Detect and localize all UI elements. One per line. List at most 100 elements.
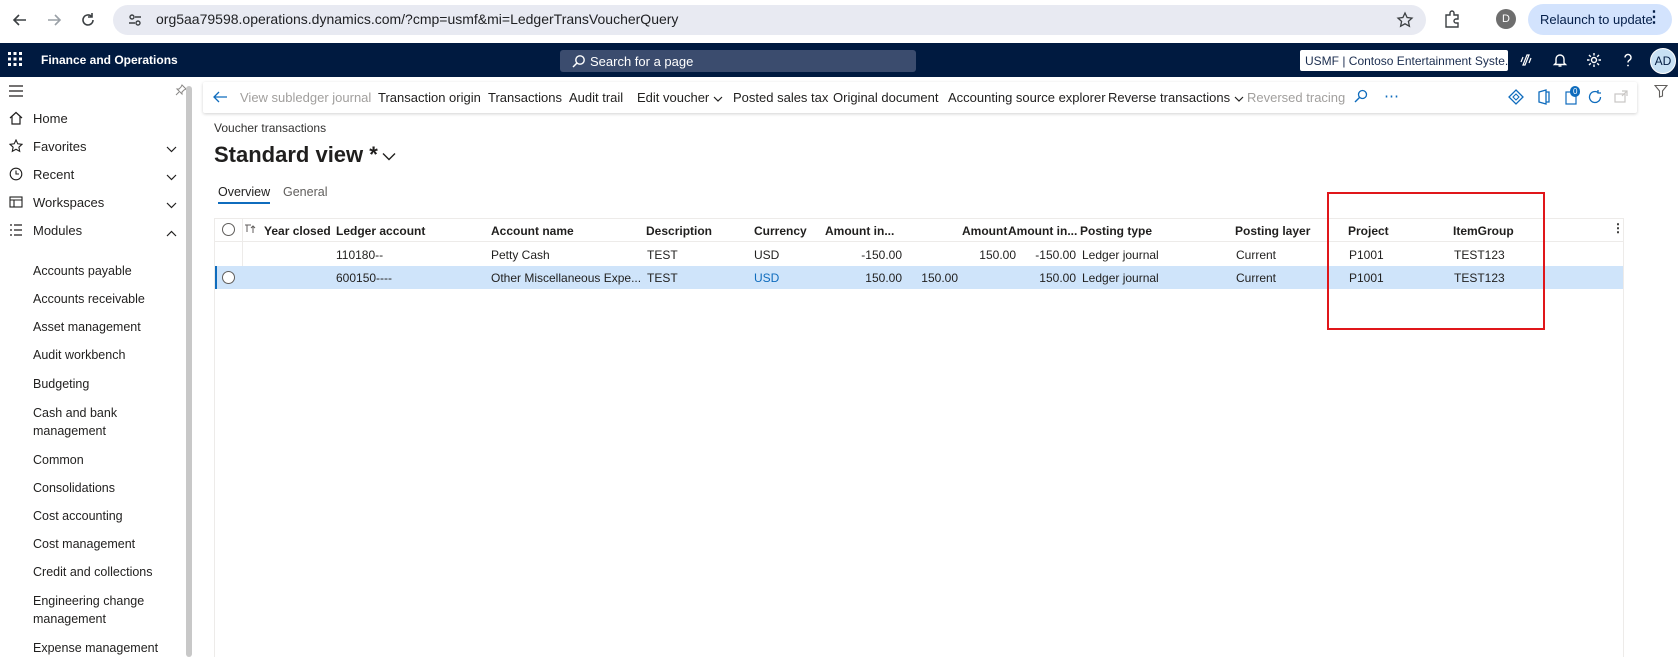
chevron-down-icon[interactable] xyxy=(166,141,177,156)
module-expense-management[interactable]: Expense management xyxy=(33,639,173,657)
open-new-window-icon[interactable] xyxy=(1613,89,1629,108)
transaction-origin-button[interactable]: Transaction origin xyxy=(378,90,481,105)
forward-arrow-icon[interactable] xyxy=(43,9,65,31)
module-budgeting[interactable]: Budgeting xyxy=(33,375,173,393)
cell-ledger-account[interactable]: 110180-- xyxy=(336,248,383,262)
cell-posting-type[interactable]: Ledger journal xyxy=(1082,248,1159,262)
column-options-icon[interactable]: ⋮ xyxy=(1612,221,1624,235)
module-accounts-payable[interactable]: Accounts payable xyxy=(33,262,173,280)
column-header-ledger-account[interactable]: Ledger account xyxy=(336,224,425,238)
relaunch-button[interactable]: Relaunch to update ⋮ xyxy=(1528,4,1672,35)
cell-currency-link[interactable]: USD xyxy=(754,271,779,285)
app-name[interactable]: Finance and Operations xyxy=(41,53,178,67)
power-apps-icon[interactable] xyxy=(1508,89,1524,108)
address-bar[interactable]: org5aa79598.operations.dynamics.com/?cmp… xyxy=(113,5,1426,35)
browser-menu-icon[interactable]: ⋮ xyxy=(1646,10,1662,26)
office-icon[interactable] xyxy=(1536,89,1552,108)
chevron-down-icon xyxy=(713,96,723,102)
page-search-box[interactable]: Search for a page xyxy=(560,50,916,72)
reversed-tracing-button[interactable]: Reversed tracing xyxy=(1247,90,1345,105)
module-cost-accounting[interactable]: Cost accounting xyxy=(33,507,173,525)
site-settings-icon[interactable] xyxy=(127,12,143,31)
column-header-amount-in-2[interactable]: Amount in... xyxy=(1008,224,1077,238)
refresh-icon[interactable] xyxy=(1587,89,1603,108)
more-options-icon[interactable]: ⋯ xyxy=(1384,87,1399,105)
module-accounts-receivable[interactable]: Accounts receivable xyxy=(33,290,173,308)
nav-item-workspaces[interactable]: Workspaces xyxy=(0,188,185,216)
notification-bell-icon[interactable] xyxy=(1552,52,1568,71)
chevron-down-icon[interactable] xyxy=(166,197,177,212)
view-selector[interactable]: Standard view * xyxy=(214,142,396,168)
hamburger-menu-icon[interactable] xyxy=(9,85,23,100)
settings-gear-icon[interactable] xyxy=(1586,52,1602,71)
original-document-button[interactable]: Original document xyxy=(833,90,939,105)
cell-account-name[interactable]: Petty Cash xyxy=(491,248,550,262)
module-cost-management[interactable]: Cost management xyxy=(33,535,173,553)
column-header-account-name[interactable]: Account name xyxy=(491,224,574,238)
audit-trail-button[interactable]: Audit trail xyxy=(569,90,623,105)
column-header-posting-layer[interactable]: Posting layer xyxy=(1235,224,1310,238)
app-launcher-icon[interactable] xyxy=(8,52,22,69)
module-cash-and-bank-management[interactable]: Cash and bank management xyxy=(33,404,143,440)
cell-amount-in-2[interactable]: -150.00 xyxy=(1019,248,1076,262)
cell-posting-layer[interactable]: Current xyxy=(1236,271,1276,285)
company-picker[interactable]: USMF | Contoso Entertainment Syste... xyxy=(1300,50,1508,71)
column-header-currency[interactable]: Currency xyxy=(754,224,807,238)
back-arrow-icon[interactable] xyxy=(9,9,31,31)
row-select-radio[interactable] xyxy=(222,271,235,284)
edit-voucher-menu[interactable]: Edit voucher xyxy=(637,90,723,105)
cell-amount-in-1[interactable]: -150.00 xyxy=(825,248,902,262)
nav-item-favorites[interactable]: Favorites xyxy=(0,132,185,160)
filter-icon[interactable] xyxy=(1653,84,1669,101)
browser-profile-avatar[interactable]: D xyxy=(1496,9,1516,29)
reload-icon[interactable] xyxy=(77,9,99,31)
cell-ledger-account[interactable]: 600150---- xyxy=(336,271,392,285)
url-text[interactable]: org5aa79598.operations.dynamics.com/?cmp… xyxy=(156,11,678,27)
column-header-description[interactable]: Description xyxy=(646,224,712,238)
module-consolidations[interactable]: Consolidations xyxy=(33,479,173,497)
cell-posting-layer[interactable]: Current xyxy=(1236,248,1276,262)
module-engineering-change-management[interactable]: Engineering change management xyxy=(33,592,151,628)
chevron-down-icon[interactable] xyxy=(166,169,177,184)
nav-scrollbar[interactable] xyxy=(186,86,192,657)
cell-account-name[interactable]: Other Miscellaneous Expe... xyxy=(491,271,641,285)
select-all-radio[interactable] xyxy=(222,223,235,236)
cell-description[interactable]: TEST xyxy=(647,248,678,262)
cell-posting-type[interactable]: Ledger journal xyxy=(1082,271,1159,285)
column-header-year-closed[interactable]: Year closed xyxy=(264,224,331,238)
module-credit-and-collections[interactable]: Credit and collections xyxy=(33,563,173,581)
cell-amount-in-2[interactable]: 150.00 xyxy=(1019,271,1076,285)
tab-overview[interactable]: Overview xyxy=(218,185,271,204)
cell-currency[interactable]: USD xyxy=(754,248,779,262)
cell-amount-extra[interactable]: 150.00 xyxy=(905,271,958,285)
bookmark-star-icon[interactable] xyxy=(1396,11,1414,32)
search-icon[interactable] xyxy=(1354,89,1368,106)
cell-amount[interactable]: 150.00 xyxy=(961,248,1016,262)
column-header-amount-in-1[interactable]: Amount in... xyxy=(825,224,894,238)
tab-general[interactable]: General xyxy=(283,185,327,202)
back-arrow-icon[interactable] xyxy=(212,89,228,108)
module-asset-management[interactable]: Asset management xyxy=(33,318,173,336)
copilot-icon[interactable] xyxy=(1518,52,1534,71)
help-icon[interactable] xyxy=(1620,52,1636,71)
module-common[interactable]: Common xyxy=(33,451,173,469)
posted-sales-tax-button[interactable]: Posted sales tax xyxy=(733,90,828,105)
user-avatar[interactable]: AD xyxy=(1650,48,1676,74)
column-header-posting-type[interactable]: Posting type xyxy=(1080,224,1152,238)
sort-order-icon[interactable] xyxy=(244,223,256,238)
column-header-amount[interactable]: Amount xyxy=(962,224,1007,238)
reverse-transactions-menu[interactable]: Reverse transactions xyxy=(1108,90,1244,105)
view-subledger-journal-button[interactable]: View subledger journal xyxy=(240,90,371,105)
extensions-icon[interactable] xyxy=(1442,9,1462,32)
attachments-badge-icon[interactable]: 0 xyxy=(1564,86,1581,108)
accounting-source-explorer-button[interactable]: Accounting source explorer xyxy=(948,90,1106,105)
nav-item-modules[interactable]: Modules xyxy=(0,216,185,244)
edit-voucher-label: Edit voucher xyxy=(637,90,710,105)
cell-amount-in-1[interactable]: 150.00 xyxy=(825,271,902,285)
nav-item-recent[interactable]: Recent xyxy=(0,160,185,188)
chevron-up-icon[interactable] xyxy=(166,225,177,240)
transactions-button[interactable]: Transactions xyxy=(488,90,562,105)
cell-description[interactable]: TEST xyxy=(647,271,678,285)
nav-item-home[interactable]: Home xyxy=(0,104,185,132)
module-audit-workbench[interactable]: Audit workbench xyxy=(33,346,173,364)
